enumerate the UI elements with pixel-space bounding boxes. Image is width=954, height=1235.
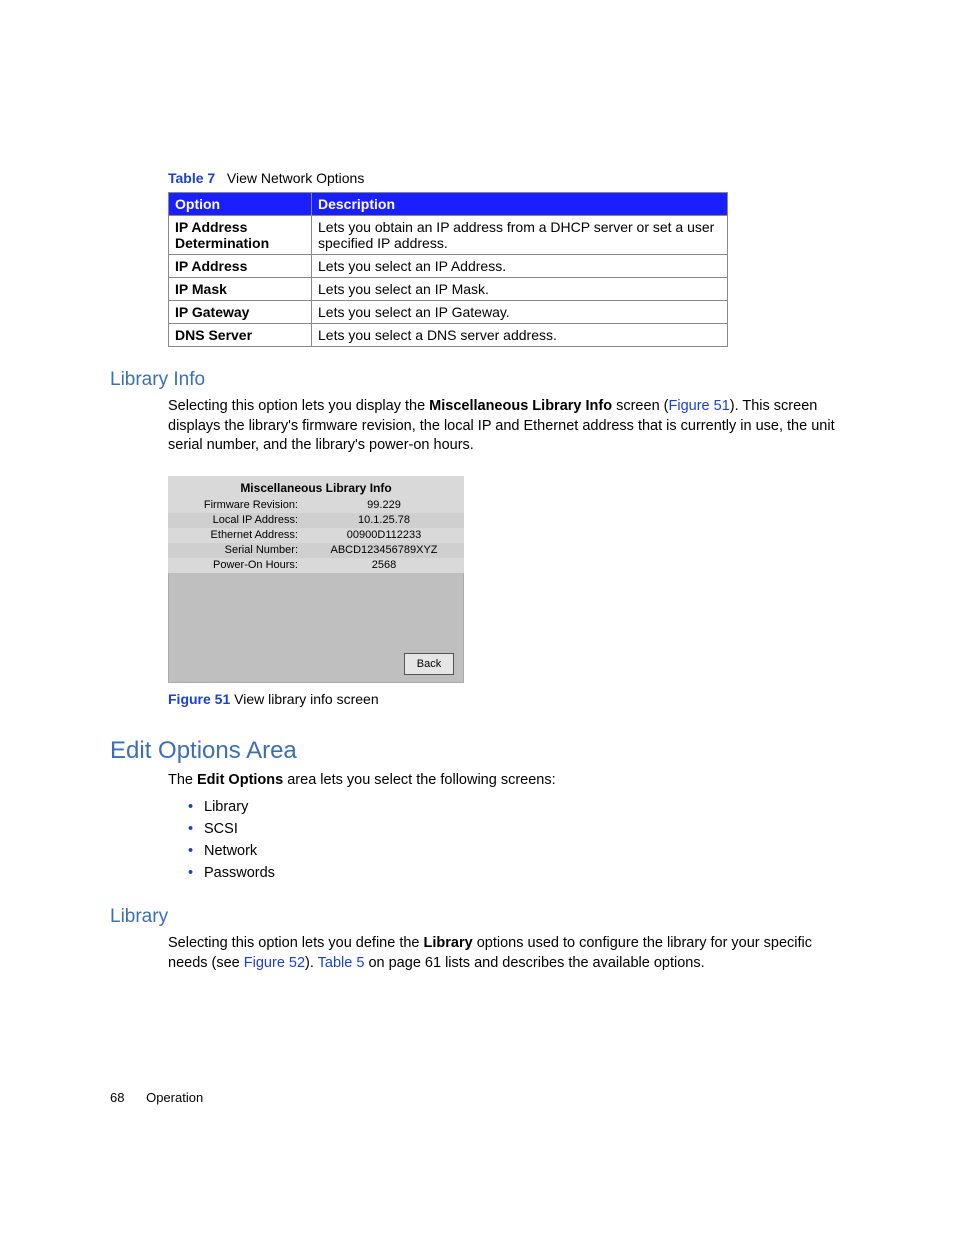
table-row: IP Address Determination Lets you obtain… xyxy=(169,216,728,255)
table-caption: Table 7 View Network Options xyxy=(168,170,844,186)
figure-52-link[interactable]: Figure 52 xyxy=(244,955,305,971)
mini-value: ABCD123456789XYZ xyxy=(304,543,464,558)
page-footer: 68 Operation xyxy=(110,1090,203,1105)
mini-value: 00900D112233 xyxy=(304,528,464,543)
table-5-link[interactable]: Table 5 xyxy=(318,955,365,971)
figure-caption: Figure 51 View library info screen xyxy=(168,691,844,707)
mini-label: Serial Number: xyxy=(168,543,304,558)
opt-name: IP Address xyxy=(169,255,312,278)
table-row: IP Mask Lets you select an IP Mask. xyxy=(169,278,728,301)
mini-label: Local IP Address: xyxy=(168,513,304,528)
opt-desc: Lets you select an IP Mask. xyxy=(312,278,728,301)
mini-label: Power-On Hours: xyxy=(168,558,304,573)
library-info-paragraph: Selecting this option lets you display t… xyxy=(168,397,844,456)
heading-library: Library xyxy=(110,906,844,928)
heading-edit-options: Edit Options Area xyxy=(110,737,844,765)
mini-title: Miscellaneous Library Info xyxy=(168,476,464,498)
footer-section: Operation xyxy=(146,1090,203,1105)
table-row: DNS Server Lets you select a DNS server … xyxy=(169,324,728,347)
list-item: Network xyxy=(188,840,844,862)
opt-desc: Lets you select an IP Gateway. xyxy=(312,301,728,324)
opt-name: IP Address Determination xyxy=(169,216,312,255)
page-number: 68 xyxy=(110,1090,124,1105)
opt-desc: Lets you select an IP Address. xyxy=(312,255,728,278)
edit-options-paragraph: The Edit Options area lets you select th… xyxy=(168,771,844,791)
table-title: View Network Options xyxy=(227,170,364,186)
opt-name: IP Mask xyxy=(169,278,312,301)
col-description: Description xyxy=(312,193,728,216)
back-button[interactable]: Back xyxy=(404,653,454,675)
network-options-table: Option Description IP Address Determinat… xyxy=(168,192,728,347)
figure-51-link[interactable]: Figure 51 xyxy=(669,398,730,414)
list-item: SCSI xyxy=(188,818,844,840)
col-option: Option xyxy=(169,193,312,216)
mini-value: 99.229 xyxy=(304,498,464,513)
figure-text: View library info screen xyxy=(234,691,378,707)
mini-label: Firmware Revision: xyxy=(168,498,304,513)
opt-desc: Lets you obtain an IP address from a DHC… xyxy=(312,216,728,255)
list-item: Passwords xyxy=(188,862,844,884)
library-info-screen: Miscellaneous Library Info Firmware Revi… xyxy=(168,476,464,683)
table-row: IP Address Lets you select an IP Address… xyxy=(169,255,728,278)
heading-library-info: Library Info xyxy=(110,369,844,391)
mini-label: Ethernet Address: xyxy=(168,528,304,543)
edit-options-list: Library SCSI Network Passwords xyxy=(188,796,844,884)
opt-desc: Lets you select a DNS server address. xyxy=(312,324,728,347)
opt-name: DNS Server xyxy=(169,324,312,347)
list-item: Library xyxy=(188,796,844,818)
mini-value: 10.1.25.78 xyxy=(304,513,464,528)
library-paragraph: Selecting this option lets you define th… xyxy=(168,934,844,973)
opt-name: IP Gateway xyxy=(169,301,312,324)
table-row: IP Gateway Lets you select an IP Gateway… xyxy=(169,301,728,324)
mini-value: 2568 xyxy=(304,558,464,573)
figure-label: Figure 51 xyxy=(168,691,230,707)
table-label: Table 7 xyxy=(168,170,215,186)
